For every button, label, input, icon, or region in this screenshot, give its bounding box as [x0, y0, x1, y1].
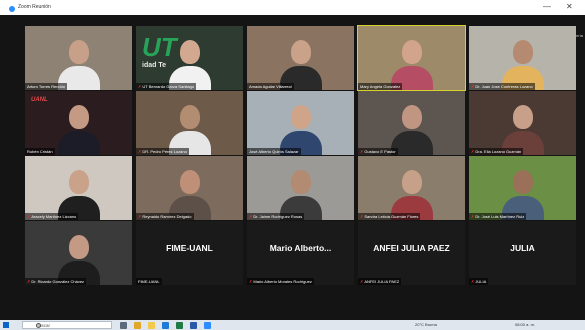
participant-video — [57, 99, 100, 155]
institution-logo: UANL — [31, 97, 48, 103]
name-only-tile[interactable]: JULIA ✗JULIA — [469, 221, 576, 285]
mic-muted-icon: ✗ — [471, 214, 475, 219]
mic-muted-icon: ✗ — [249, 214, 253, 219]
participant-name-label: ✗JULIA — [469, 278, 489, 285]
excel-icon[interactable] — [176, 321, 183, 329]
zoom-icon[interactable] — [204, 321, 211, 329]
video-tile[interactable]: Arturo Torres Rendón — [25, 26, 132, 90]
video-tile[interactable]: ✗Sandra Leticia Guzmán Flores — [358, 156, 465, 220]
participant-name-label: ✗Dr. Ricardo González Chávez — [25, 278, 87, 285]
video-tile[interactable]: ✗Dr. Juan Jose Contreras Lozano — [469, 26, 576, 90]
mic-muted-icon: ✗ — [471, 84, 475, 89]
participant-video — [168, 99, 211, 155]
mic-muted-icon: ✗ — [27, 279, 31, 284]
participant-video — [501, 99, 544, 155]
minimize-button[interactable]: — — [543, 3, 551, 11]
participant-video — [501, 34, 544, 90]
participant-video — [279, 99, 322, 155]
name-only-tile[interactable]: FIME-UANL FIME-UANL — [136, 221, 243, 285]
participant-display-name: Mario Alberto... — [269, 243, 332, 253]
participant-name-label: ✗Aracely Martínez Lizcano — [25, 213, 79, 220]
meeting-area: Vista de galería Arturo Torres RendónUTi… — [0, 15, 585, 320]
video-tile[interactable]: ✗Dr. Jaime Rodríguez Rosas — [247, 156, 354, 220]
mic-muted-icon: ✗ — [360, 279, 364, 284]
file-explorer-icon[interactable] — [148, 321, 155, 329]
participant-video — [57, 229, 100, 285]
video-tile[interactable]: José Alberto Quirós Salazar — [247, 91, 354, 155]
video-tile[interactable]: Mary Angela Gonzalez — [357, 25, 466, 91]
window-title: Zoom Reunión — [18, 4, 51, 10]
word-icon[interactable] — [190, 321, 197, 329]
mic-muted-icon: ✗ — [138, 149, 142, 154]
participant-display-name: FIME-UANL — [166, 243, 213, 253]
participant-video — [168, 34, 211, 90]
participant-name-label: ✗Reynaldo Ramírez Delgado — [136, 213, 194, 220]
title-bar: Zoom Reunión — ✕ — [0, 0, 585, 15]
participant-video — [390, 34, 433, 90]
video-tile[interactable]: ✗DR. Pedro Pérez Lozano — [136, 91, 243, 155]
participant-name-label: ✗Dr. Jaime Rodríguez Rosas — [247, 213, 305, 220]
zoom-logo-icon — [9, 6, 15, 12]
mic-muted-icon: ✗ — [249, 279, 253, 284]
video-tile[interactable]: ✗Aracely Martínez Lizcano — [25, 156, 132, 220]
video-tile[interactable]: ✗Reynaldo Ramírez Delgado — [136, 156, 243, 220]
video-tile[interactable]: Amada Aguilar Villarreal — [247, 26, 354, 90]
participant-display-name: JULIA — [510, 243, 535, 253]
close-button[interactable]: ✕ — [566, 3, 573, 11]
mic-muted-icon: ✗ — [138, 214, 142, 219]
participant-video — [168, 164, 211, 220]
participant-name-label: ✗UT Bernardo Garza Santiago — [136, 83, 197, 90]
mic-muted-icon: ✗ — [360, 214, 364, 219]
chrome-icon[interactable] — [134, 321, 141, 329]
participant-video — [501, 164, 544, 220]
video-tile[interactable]: UT idad Te ✗UT Bernardo Garza Santiago — [136, 26, 243, 90]
mic-muted-icon: ✗ — [27, 214, 31, 219]
participant-name-label: ✗DR. Pedro Pérez Lozano — [136, 148, 189, 155]
name-only-tile[interactable]: ANFEI JULIA PAEZ ✗ANFEI JULIA PAEZ — [358, 221, 465, 285]
participant-video — [57, 34, 100, 90]
edge-icon[interactable] — [162, 321, 169, 329]
taskbar: Buscar 20°C Bruma 08:00 a. m. — [0, 320, 585, 330]
participant-name-label: FIME-UANL — [136, 278, 162, 285]
participant-name-label: ✗Dr. Juan Jose Contreras Lozano — [469, 83, 535, 90]
video-tile[interactable]: ✗Dra. Elia Lozano Guzmán — [469, 91, 576, 155]
participant-name-label: ✗Mario Alberto Morales Rodríguez — [247, 278, 314, 285]
weather-widget[interactable]: 20°C Bruma — [415, 322, 437, 327]
participant-video — [279, 34, 322, 90]
participant-name-label: Amada Aguilar Villarreal — [247, 83, 294, 90]
windows-start-icon[interactable] — [3, 322, 9, 328]
participant-name-label: ✗Dr. José Luis Martínez Ruiz — [469, 213, 527, 220]
participant-name-label: Mary Angela Gonzalez — [358, 83, 403, 90]
participant-name-label: ✗Gustavo E Pastor — [358, 148, 398, 155]
video-tile[interactable]: ✗Gustavo E Pastor — [358, 91, 465, 155]
taskbar-search-box[interactable]: Buscar — [22, 321, 112, 329]
video-tile[interactable]: ✗Dr. José Luis Martínez Ruiz — [469, 156, 576, 220]
mic-muted-icon: ✗ — [360, 149, 364, 154]
participant-name-label: Rubén Cristán — [25, 148, 55, 155]
participant-name-label: ✗ANFEI JULIA PAEZ — [358, 278, 402, 285]
search-placeholder: Buscar — [36, 323, 51, 328]
clock-time[interactable]: 08:00 a. m. — [515, 322, 535, 327]
banner-text: idad Te — [142, 62, 166, 69]
participant-name-label: ✗Dra. Elia Lozano Guzmán — [469, 148, 524, 155]
participant-name-label: ✗Sandra Leticia Guzmán Flores — [358, 213, 421, 220]
mic-muted-icon: ✗ — [138, 84, 142, 89]
mic-muted-icon: ✗ — [471, 149, 475, 154]
participant-video — [390, 164, 433, 220]
participant-display-name: ANFEI JULIA PAEZ — [373, 243, 450, 253]
task-view-icon[interactable] — [120, 321, 127, 329]
mic-muted-icon: ✗ — [471, 279, 475, 284]
participant-video — [57, 164, 100, 220]
participant-video — [390, 99, 433, 155]
video-tile[interactable]: ✗Dr. Ricardo González Chávez — [25, 221, 132, 285]
participant-video — [279, 164, 322, 220]
video-tile[interactable]: UANL Rubén Cristán — [25, 91, 132, 155]
participant-name-label: Arturo Torres Rendón — [25, 83, 68, 90]
participant-name-label: José Alberto Quirós Salazar — [247, 148, 301, 155]
name-only-tile[interactable]: Mario Alberto... ✗Mario Alberto Morales R… — [247, 221, 354, 285]
